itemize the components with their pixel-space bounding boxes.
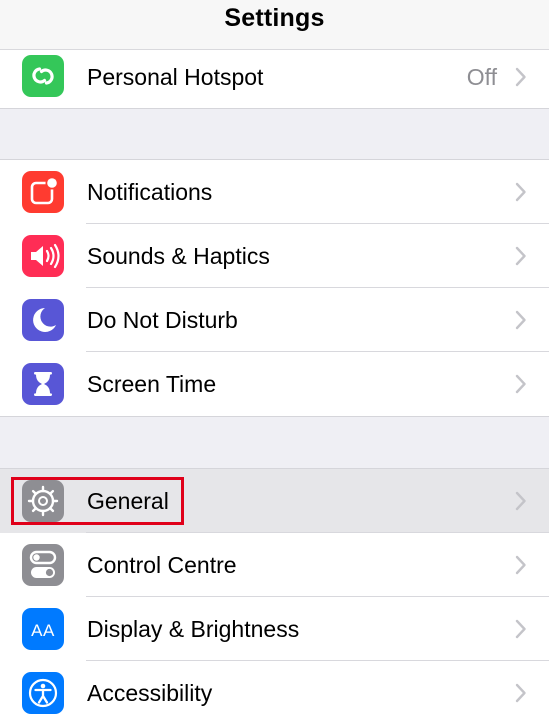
settings-row-label: Sounds & Haptics: [87, 243, 270, 269]
selection-highlight-box: [11, 477, 184, 525]
text-size-icon: AA: [22, 608, 64, 650]
settings-row-label: Do Not Disturb: [87, 307, 238, 333]
chevron-right-icon: [515, 246, 526, 266]
settings-row-personal-hotspot[interactable]: Personal Hotspot Off: [0, 50, 549, 108]
settings-row-control-centre[interactable]: Control Centre: [0, 533, 549, 597]
settings-screen: Settings Personal Hotspot Off Notificati…: [0, 0, 549, 720]
settings-row-display-brightness[interactable]: AA Display & Brightness: [0, 597, 549, 661]
settings-row-label: Accessibility: [87, 680, 213, 706]
chevron-right-icon: [515, 374, 526, 394]
settings-row-label: Notifications: [87, 179, 213, 205]
settings-row-label: Personal Hotspot: [87, 64, 264, 90]
page-title: Settings: [224, 4, 325, 32]
settings-row-notifications[interactable]: Notifications: [0, 160, 549, 224]
settings-row-label: Screen Time: [87, 371, 217, 397]
moon-icon: [22, 299, 64, 341]
settings-row-accessibility[interactable]: Accessibility: [0, 661, 549, 720]
chevron-right-icon: [515, 555, 526, 575]
hotspot-icon: [22, 55, 64, 97]
settings-group-notifications: Notifications Sounds & Haptics Do Not Di…: [0, 159, 549, 417]
settings-row-screen-time[interactable]: Screen Time: [0, 352, 549, 416]
settings-row-label: Display & Brightness: [87, 616, 300, 642]
toggles-icon: [22, 544, 64, 586]
settings-row-label: Control Centre: [87, 552, 237, 578]
chevron-right-icon: [515, 310, 526, 330]
hourglass-icon: [22, 363, 64, 405]
chevron-right-icon: [515, 182, 526, 202]
settings-group-connectivity: Personal Hotspot Off: [0, 50, 549, 109]
settings-row-value: Off: [466, 64, 497, 90]
text-size-glyph: AA: [31, 621, 55, 640]
settings-row-sounds-haptics[interactable]: Sounds & Haptics: [0, 224, 549, 288]
chevron-right-icon: [515, 491, 526, 511]
speaker-icon: [22, 235, 64, 277]
chevron-right-icon: [515, 67, 526, 87]
navigation-bar: Settings: [0, 0, 549, 50]
settings-row-do-not-disturb[interactable]: Do Not Disturb: [0, 288, 549, 352]
accessibility-icon: [22, 672, 64, 714]
notifications-icon: [22, 171, 64, 213]
chevron-right-icon: [515, 619, 526, 639]
chevron-right-icon: [515, 683, 526, 703]
